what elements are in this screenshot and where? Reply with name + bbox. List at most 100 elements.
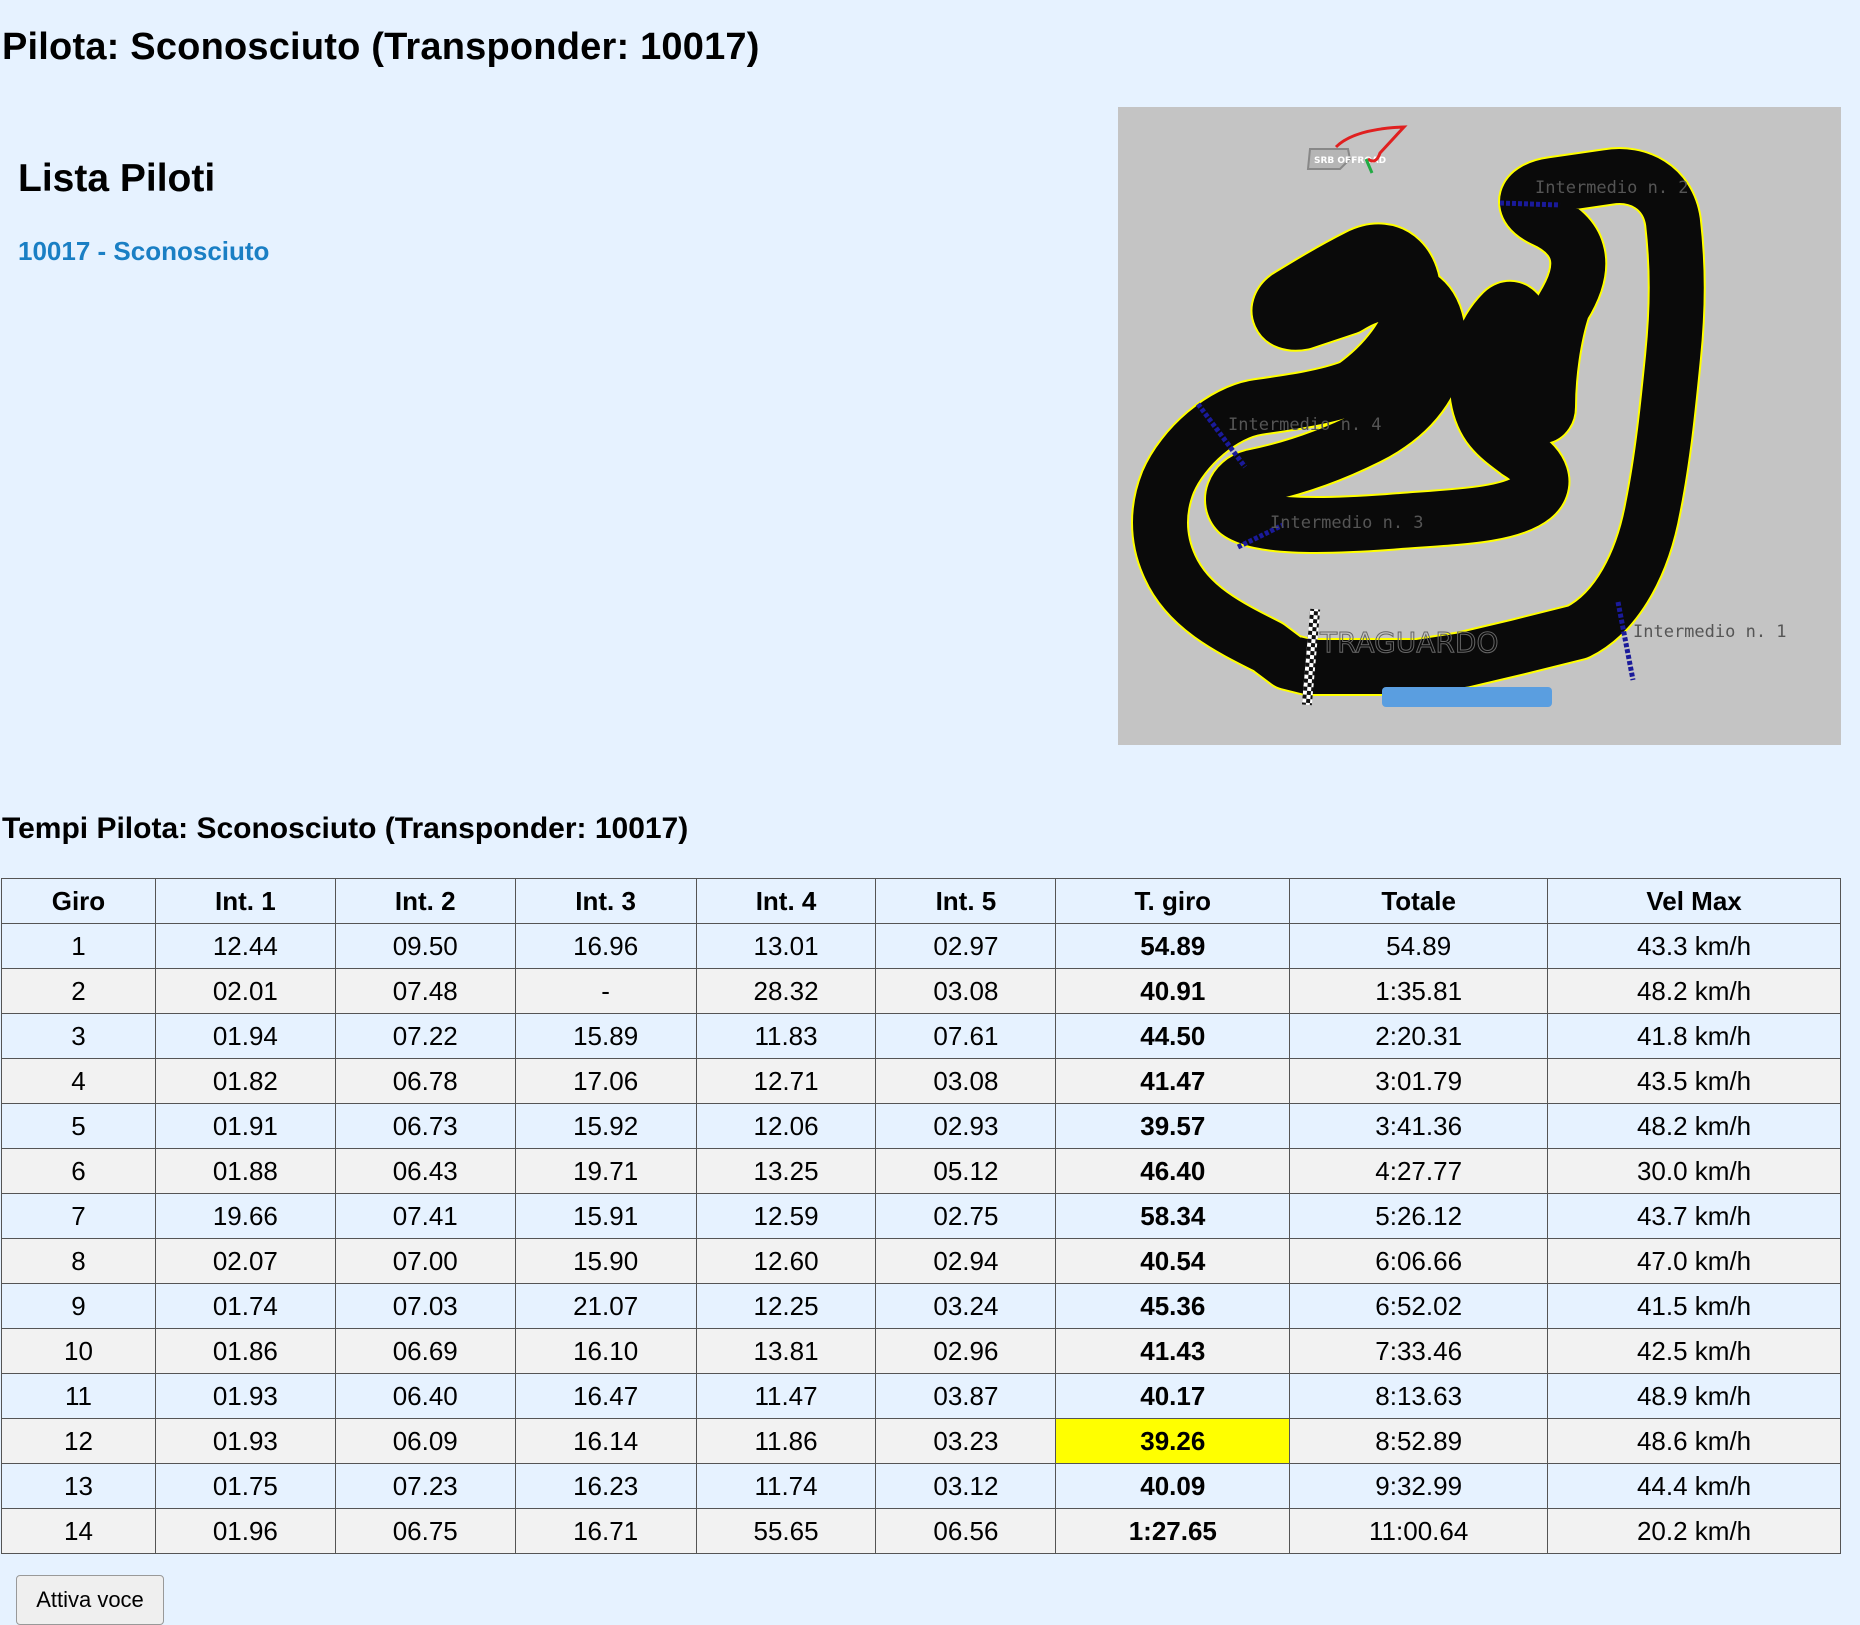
int4-cell: 13.81 xyxy=(695,1328,877,1374)
lap-number-cell: 11 xyxy=(1,1373,156,1419)
int5-cell: 03.12 xyxy=(875,1463,1057,1509)
int3-cell: 16.23 xyxy=(514,1463,697,1509)
lap-number-cell: 3 xyxy=(1,1013,156,1059)
header-int3: Int. 3 xyxy=(514,878,697,924)
lap-times-table: Giro Int. 1 Int. 2 Int. 3 Int. 4 Int. 5 … xyxy=(1,878,1841,1554)
int3-cell: 16.14 xyxy=(514,1418,697,1464)
max-speed-cell: 41.5 km/h xyxy=(1547,1283,1841,1329)
int1-cell: 01.75 xyxy=(154,1463,336,1509)
lap-number-cell: 9 xyxy=(1,1283,156,1329)
lap-number-cell: 10 xyxy=(1,1328,156,1374)
int4-cell: 13.01 xyxy=(695,923,877,969)
int4-cell: 12.25 xyxy=(695,1283,877,1329)
total-time-cell: 8:52.89 xyxy=(1289,1418,1549,1464)
int4-cell: 12.59 xyxy=(695,1193,877,1239)
int3-cell: 16.10 xyxy=(514,1328,697,1374)
total-time-cell: 6:06.66 xyxy=(1289,1238,1549,1284)
int3-cell: 16.47 xyxy=(514,1373,697,1419)
int4-cell: 12.60 xyxy=(695,1238,877,1284)
int3-cell: 16.96 xyxy=(514,923,697,969)
header-total: Totale xyxy=(1289,878,1549,924)
pilot-link-10017[interactable]: 10017 - Sconosciuto xyxy=(18,236,269,267)
int2-cell: 07.48 xyxy=(334,968,516,1014)
int2-cell: 09.50 xyxy=(334,923,516,969)
header-int2: Int. 2 xyxy=(334,878,516,924)
lap-time-cell: 39.26 xyxy=(1055,1418,1291,1464)
max-speed-cell: 48.2 km/h xyxy=(1547,1103,1841,1149)
int4-cell: 11.83 xyxy=(695,1013,877,1059)
header-int5: Int. 5 xyxy=(875,878,1057,924)
lap-time-cell: 54.89 xyxy=(1055,923,1291,969)
lap-number-cell: 7 xyxy=(1,1193,156,1239)
int5-cell: 02.97 xyxy=(875,923,1057,969)
int2-cell: 07.00 xyxy=(334,1238,516,1284)
int3-cell: 15.92 xyxy=(514,1103,697,1149)
int2-cell: 07.23 xyxy=(334,1463,516,1509)
total-time-cell: 3:41.36 xyxy=(1289,1103,1549,1149)
int2-cell: 06.09 xyxy=(334,1418,516,1464)
int1-cell: 01.88 xyxy=(154,1148,336,1194)
max-speed-cell: 43.3 km/h xyxy=(1547,923,1841,969)
int4-cell: 13.25 xyxy=(695,1148,877,1194)
table-row: 4 01.82 06.78 17.06 12.71 03.08 41.47 3:01.79 43… xyxy=(1,1058,1841,1104)
lap-time-cell: 41.43 xyxy=(1055,1328,1291,1374)
max-speed-cell: 48.6 km/h xyxy=(1547,1418,1841,1464)
int4-cell: 11.47 xyxy=(695,1373,877,1419)
lap-number-cell: 13 xyxy=(1,1463,156,1509)
int5-cell: 03.08 xyxy=(875,1058,1057,1104)
max-speed-cell: 47.0 km/h xyxy=(1547,1238,1841,1284)
int5-cell: 02.75 xyxy=(875,1193,1057,1239)
int4-cell: 12.71 xyxy=(695,1058,877,1104)
lap-time-cell: 40.54 xyxy=(1055,1238,1291,1284)
total-time-cell: 6:52.02 xyxy=(1289,1283,1549,1329)
lap-number-cell: 5 xyxy=(1,1103,156,1149)
int2-cell: 07.22 xyxy=(334,1013,516,1059)
table-row: 9 01.74 07.03 21.07 12.25 03.24 45.36 6:52.02 41… xyxy=(1,1283,1841,1329)
pilot-list-title: Lista Piloti xyxy=(18,157,216,200)
int3-cell: 15.89 xyxy=(514,1013,697,1059)
lap-number-cell: 8 xyxy=(1,1238,156,1284)
total-time-cell: 5:26.12 xyxy=(1289,1193,1549,1239)
int4-cell: 55.65 xyxy=(695,1508,877,1554)
int2-cell: 06.78 xyxy=(334,1058,516,1104)
lap-time-cell: 39.57 xyxy=(1055,1103,1291,1149)
max-speed-cell: 42.5 km/h xyxy=(1547,1328,1841,1374)
lap-number-cell: 12 xyxy=(1,1418,156,1464)
int3-cell: 17.06 xyxy=(514,1058,697,1104)
int1-cell: 01.91 xyxy=(154,1103,336,1149)
times-title: Tempi Pilota: Sconosciuto (Transponder: … xyxy=(2,812,689,845)
table-row: 11 01.93 06.40 16.47 11.47 03.87 40.17 8:13.63 4… xyxy=(1,1373,1841,1419)
int2-cell: 06.69 xyxy=(334,1328,516,1374)
page-title: Pilota: Sconosciuto (Transponder: 10017) xyxy=(2,26,760,68)
header-giro: Giro xyxy=(1,878,156,924)
max-speed-cell: 48.9 km/h xyxy=(1547,1373,1841,1419)
int3-cell: 19.71 xyxy=(514,1148,697,1194)
int5-cell: 02.93 xyxy=(875,1103,1057,1149)
max-speed-cell: 43.5 km/h xyxy=(1547,1058,1841,1104)
int3-cell: 16.71 xyxy=(514,1508,697,1554)
total-time-cell: 8:13.63 xyxy=(1289,1373,1549,1419)
lap-number-cell: 14 xyxy=(1,1508,156,1554)
header-int1: Int. 1 xyxy=(154,878,336,924)
int1-cell: 02.07 xyxy=(154,1238,336,1284)
int1-cell: 01.94 xyxy=(154,1013,336,1059)
intermediate-3-label: Intermedio n. 3 xyxy=(1270,513,1424,533)
lap-time-cell: 40.91 xyxy=(1055,968,1291,1014)
max-speed-cell: 20.2 km/h xyxy=(1547,1508,1841,1554)
int1-cell: 01.96 xyxy=(154,1508,336,1554)
lap-time-cell: 1:27.65 xyxy=(1055,1508,1291,1554)
int1-cell: 12.44 xyxy=(154,923,336,969)
voice-toggle-button[interactable]: Attiva voce xyxy=(16,1575,164,1625)
int3-cell: 15.90 xyxy=(514,1238,697,1284)
int1-cell: 02.01 xyxy=(154,968,336,1014)
max-speed-cell: 41.8 km/h xyxy=(1547,1013,1841,1059)
total-time-cell: 7:33.46 xyxy=(1289,1328,1549,1374)
lap-time-cell: 58.34 xyxy=(1055,1193,1291,1239)
int2-cell: 06.43 xyxy=(334,1148,516,1194)
table-header-row: Giro Int. 1 Int. 2 Int. 3 Int. 4 Int. 5 … xyxy=(1,878,1841,924)
table-row: 7 19.66 07.41 15.91 12.59 02.75 58.34 5:26.12 43… xyxy=(1,1193,1841,1239)
lap-number-cell: 1 xyxy=(1,923,156,969)
int2-cell: 06.40 xyxy=(334,1373,516,1419)
lap-time-cell: 40.17 xyxy=(1055,1373,1291,1419)
max-speed-cell: 30.0 km/h xyxy=(1547,1148,1841,1194)
